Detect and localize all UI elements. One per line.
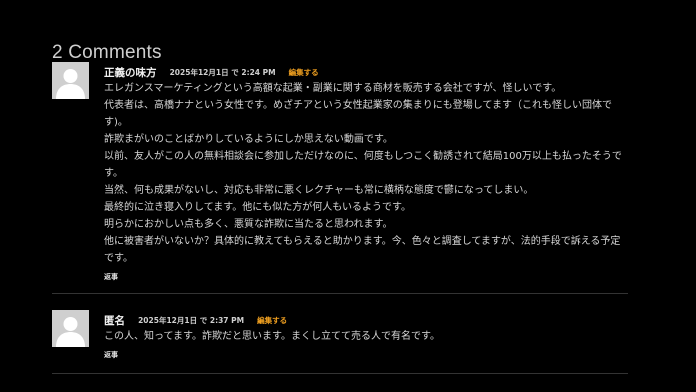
comment-date-link[interactable]: 2025年12月1日 で 2:24 PM	[170, 68, 276, 77]
comment-divider	[52, 373, 628, 374]
edit-comment-link[interactable]: 編集する	[257, 316, 287, 325]
default-user-avatar-icon	[52, 62, 89, 99]
comment-date-link[interactable]: 2025年12月1日 で 2:37 PM	[138, 316, 244, 325]
default-user-avatar-icon	[52, 310, 89, 347]
comment-paragraph: 当然、何も成果がないし、対応も非常に悪くレクチャーも常に横柄な態度で鬱になってし…	[104, 185, 534, 196]
comment-paragraph: この人、知ってます。詐欺だと思います。まくし立てて売る人で有名です。	[104, 331, 440, 342]
comment-divider	[52, 293, 628, 294]
comment-author[interactable]: 匿名	[104, 315, 125, 327]
edit-comment-link[interactable]: 編集する	[289, 68, 319, 77]
comment-author[interactable]: 正義の味方	[104, 67, 157, 79]
comment-paragraph: 詐欺まがいのことばかりしているようにしか思えない動画です。	[104, 134, 393, 145]
comment-paragraph: 代表者は、高橋ナナという女性です。めざチアという女性起業家の集まりにも登場してま…	[104, 100, 612, 128]
reply-link[interactable]: 返事	[104, 350, 628, 360]
comment-paragraph: 最終的に泣き寝入りしてます。他にも似た方が何人もいるようです。	[104, 202, 411, 213]
comment-text: この人、知ってます。詐欺だと思います。まくし立てて売る人で有名です。	[104, 328, 628, 345]
reply-link[interactable]: 返事	[104, 272, 628, 282]
comment-paragraph: 以前、友人がこの人の無料相談会に参加しただけなのに、何度もしつこく勧誘されて結局…	[104, 151, 622, 179]
comment-text: エレガンスマーケティングという高額な起業・副業に関する商材を販売する会社ですが、…	[104, 80, 628, 267]
comment-paragraph: 明らかにおかしい点も多く、悪質な詐欺に当たると思われます。	[104, 219, 393, 230]
comments-title: 2 Comments	[52, 41, 162, 63]
comment-paragraph: エレガンスマーケティングという高額な起業・副業に関する商材を販売する会社ですが、…	[104, 83, 562, 94]
comment-paragraph: 他に被害者がいないか？具体的に教えてもらえると助かります。今、色々と調査してます…	[104, 236, 621, 264]
